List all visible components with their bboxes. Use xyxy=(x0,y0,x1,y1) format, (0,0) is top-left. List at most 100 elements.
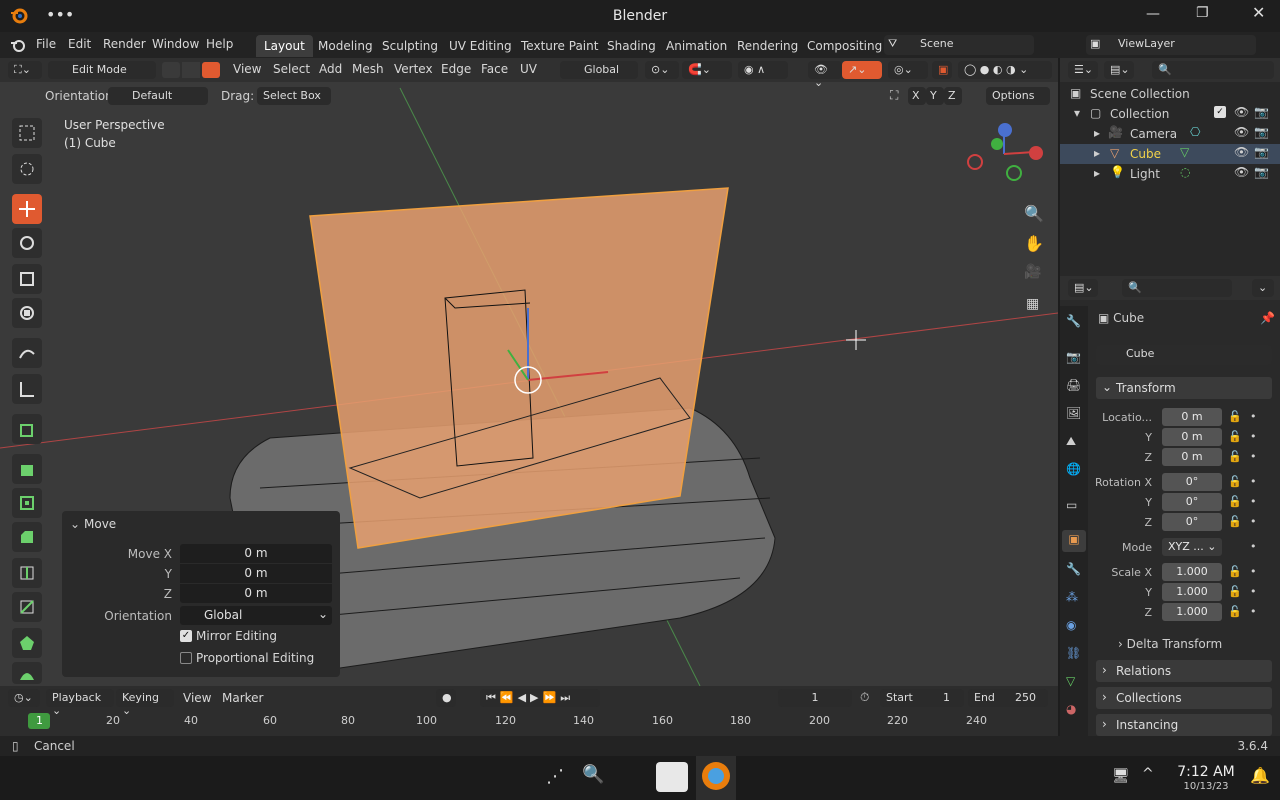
keyframe-dot-icon[interactable]: • xyxy=(1250,605,1257,618)
lock-icon[interactable]: 🔓 xyxy=(1228,565,1242,578)
timeline-menu-view[interactable]: View xyxy=(183,691,211,705)
outliner-display-mode[interactable]: ▤⌄ xyxy=(1104,61,1134,79)
eye-icon[interactable]: 👁 xyxy=(1234,105,1249,119)
chevron-right-icon[interactable]: ▸ xyxy=(1094,126,1100,140)
keyframe-dot-icon[interactable]: • xyxy=(1250,515,1257,528)
mode-dropdown[interactable]: Edit Mode xyxy=(48,61,156,79)
pivot-point-icon[interactable]: ⊙⌄ xyxy=(645,61,679,79)
viewport-menu-mesh[interactable]: Mesh xyxy=(352,62,384,76)
workspaces-icon[interactable]: ⋰ xyxy=(546,766,564,787)
properties-options-icon[interactable]: ⌄ xyxy=(1252,279,1274,297)
move-x-field[interactable]: 0 m xyxy=(180,544,332,563)
view-layer-tab-icon[interactable]: 🖼 xyxy=(1066,406,1081,420)
viewport-menu-face[interactable]: Face xyxy=(481,62,508,76)
extrude-tool-icon[interactable] xyxy=(12,454,42,484)
keyframe-dot-icon[interactable]: • xyxy=(1250,495,1257,508)
chevron-up-icon[interactable]: ^ xyxy=(1142,766,1154,782)
mirror-editing-checkbox[interactable]: ✓ xyxy=(180,630,192,642)
menu-file[interactable]: File xyxy=(36,37,56,51)
menu-edit[interactable]: Edit xyxy=(68,37,91,51)
blender-taskbar-button[interactable] xyxy=(696,756,736,800)
face-select-icon[interactable] xyxy=(202,62,220,78)
camera-render-icon[interactable]: 📷 xyxy=(1254,145,1269,159)
location-y-field[interactable]: 0 m xyxy=(1162,428,1222,446)
move-panel-chevron-icon[interactable]: ⌄ xyxy=(70,517,80,531)
relations-panel-header[interactable]: › Relations xyxy=(1096,660,1272,682)
shading-mode-buttons[interactable]: ◯ ● ◐ ◑ ⌄ xyxy=(958,61,1052,79)
lock-icon[interactable]: 🔓 xyxy=(1228,605,1242,618)
camera-view-icon[interactable]: 🎥 xyxy=(1024,264,1041,280)
move-y-field[interactable]: 0 m xyxy=(180,564,332,583)
keying-menu[interactable]: Keying ⌄ xyxy=(116,689,174,717)
move-z-field[interactable]: 0 m xyxy=(180,584,332,603)
keyframe-dot-icon[interactable]: • xyxy=(1250,565,1257,578)
vertex-select-icon[interactable] xyxy=(162,62,180,78)
mirror-y-toggle[interactable]: Y xyxy=(926,87,944,105)
lock-icon[interactable]: 🔓 xyxy=(1228,450,1242,463)
scene-selector[interactable]: ⛛ Scene xyxy=(884,35,1034,55)
scene-tab-icon[interactable]: ⛰ xyxy=(1066,434,1076,449)
scale-x-field[interactable]: 1.000 xyxy=(1162,563,1222,581)
playback-controls[interactable]: ⏮⏪◀▶⏩⏭ xyxy=(480,689,600,707)
tab-animation[interactable]: Animation xyxy=(658,35,735,57)
snap-icon[interactable]: 🧲⌄ xyxy=(682,61,732,79)
gizmo-toggle-icon[interactable]: ↗⌄ xyxy=(842,61,882,79)
light-data-icon[interactable]: ◌ xyxy=(1180,165,1190,179)
render-tab-icon[interactable]: 📷 xyxy=(1066,350,1081,364)
grid-perspective-icon[interactable]: ▦ xyxy=(1026,296,1039,312)
menu-help[interactable]: Help xyxy=(206,37,233,51)
object-tab-icon[interactable]: ▣ xyxy=(1062,530,1086,552)
knife-tool-icon[interactable] xyxy=(12,592,42,622)
bevel-tool-icon[interactable] xyxy=(12,522,42,552)
collections-panel-header[interactable]: › Collections xyxy=(1096,687,1272,709)
inset-tool-icon[interactable] xyxy=(12,488,42,518)
rotate-tool-icon[interactable] xyxy=(12,228,42,258)
tab-sculpting[interactable]: Sculpting xyxy=(374,35,446,57)
clock-date[interactable]: 10/13/23 xyxy=(1174,781,1238,792)
tab-layout[interactable]: Layout xyxy=(256,35,313,57)
scale-y-field[interactable]: 1.000 xyxy=(1162,583,1222,601)
tab-rendering[interactable]: Rendering xyxy=(729,35,806,57)
constraints-tab-icon[interactable]: ⛓ xyxy=(1066,646,1081,660)
mirror-x-toggle[interactable]: X xyxy=(908,87,926,105)
keyframe-dot-icon[interactable]: • xyxy=(1250,585,1257,598)
orientation-setting-dropdown[interactable]: Default xyxy=(108,87,208,105)
orientation-dropdown[interactable]: Global ⌄ xyxy=(180,606,332,625)
viewlayer-selector[interactable]: ▣ ViewLayer xyxy=(1086,35,1256,55)
network-icon[interactable]: 🖥 xyxy=(1112,768,1130,784)
mirror-axis-icon[interactable]: ⛶ xyxy=(890,88,898,103)
end-frame-field[interactable]: End 250 xyxy=(968,689,1048,707)
poly-build-tool-icon[interactable] xyxy=(12,628,42,658)
lock-icon[interactable]: 🔓 xyxy=(1228,475,1242,488)
mirror-z-toggle[interactable]: Z xyxy=(944,87,962,105)
outliner-search-input[interactable]: 🔍 xyxy=(1152,61,1274,79)
close-icon[interactable]: ✕ xyxy=(1252,3,1265,22)
output-tab-icon[interactable]: 🖨 xyxy=(1066,378,1081,392)
timer-icon[interactable]: ⏱ xyxy=(860,690,869,705)
proportional-editing-checkbox[interactable] xyxy=(180,652,192,664)
start-frame-field[interactable]: Start 1 xyxy=(880,689,964,707)
viewport-menu-vertex[interactable]: Vertex xyxy=(394,62,433,76)
notifications-icon[interactable]: 🔔 xyxy=(1250,766,1270,785)
outliner-row-cube[interactable]: ▸ ▽ Cube ▽ 👁 📷 xyxy=(1060,144,1280,164)
keyframe-dot-icon[interactable]: • xyxy=(1250,410,1257,423)
tab-modeling[interactable]: Modeling xyxy=(310,35,381,57)
rotation-z-field[interactable]: 0° xyxy=(1162,513,1222,531)
overlays-visibility-icon[interactable]: 👁⌄ xyxy=(808,61,842,89)
viewport-menu-add[interactable]: Add xyxy=(319,62,342,76)
collection-tab-icon[interactable]: ▭ xyxy=(1066,498,1077,512)
timeline-editor-type[interactable]: ◷⌄ xyxy=(8,689,40,707)
outliner-editor-type[interactable]: ☰⌄ xyxy=(1068,61,1098,79)
collection-include-checkbox[interactable]: ✓ xyxy=(1214,106,1226,118)
physics-tab-icon[interactable]: ◉ xyxy=(1066,618,1076,632)
spin-tool-icon[interactable] xyxy=(12,662,42,684)
chevron-right-icon[interactable]: ▸ xyxy=(1094,146,1100,160)
proportional-edit-icon[interactable]: ◉ ∧ xyxy=(738,61,788,79)
clock-time[interactable]: 7:12 AM xyxy=(1174,764,1238,780)
eye-icon[interactable]: 👁 xyxy=(1234,125,1249,139)
keyframe-dot-icon[interactable]: • xyxy=(1250,540,1257,553)
particles-tab-icon[interactable]: ⁂ xyxy=(1066,590,1078,604)
options-dropdown[interactable]: Options xyxy=(986,87,1050,105)
loop-cut-tool-icon[interactable] xyxy=(12,558,42,588)
tab-uv-editing[interactable]: UV Editing xyxy=(441,35,520,57)
